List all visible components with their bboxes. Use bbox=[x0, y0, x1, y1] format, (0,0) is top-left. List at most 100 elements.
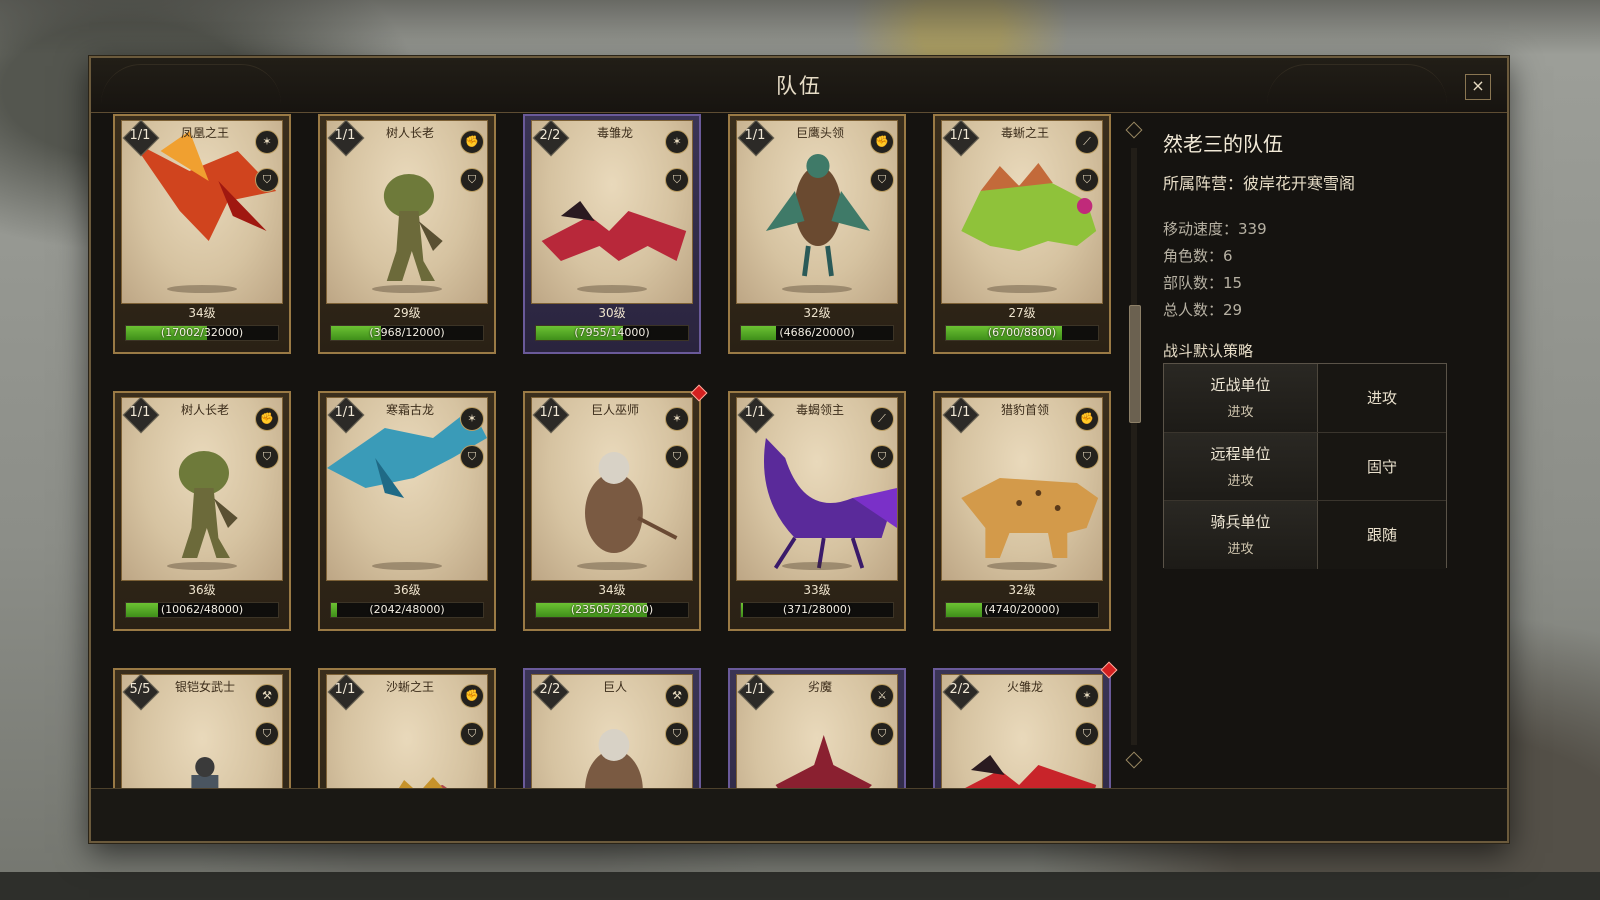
unit-name: 沙蜥之王 bbox=[385, 680, 434, 694]
unit-count: 1/1 bbox=[539, 405, 561, 420]
unit-card[interactable]: 1/1 巨人巫师 ✶ ⛉ 34级 (23505/32000) bbox=[523, 384, 708, 631]
stat-label: 移动速度： bbox=[1163, 220, 1239, 238]
unit-count: 1/1 bbox=[334, 405, 356, 420]
fang-icon: ⟋ bbox=[870, 407, 894, 431]
exp-progress-bar: (7955/14000) bbox=[535, 325, 689, 341]
exp-progress-bar: (17002/32000) bbox=[125, 325, 279, 341]
unit-card[interactable]: 1/1 寒霜古龙 ✶ ⛉ 36级 (2042/48000) bbox=[318, 391, 496, 631]
unit-name: 猎豹首领 bbox=[1000, 403, 1049, 417]
unit-name: 寒霜古龙 bbox=[385, 403, 434, 417]
stat-value: 15 bbox=[1223, 274, 1243, 292]
shield-icon: ⛉ bbox=[665, 722, 689, 746]
exp-progress-bar: (2042/48000) bbox=[330, 602, 484, 618]
unit-name: 巨人巫师 bbox=[590, 403, 639, 417]
fist-icon: ✊ bbox=[1075, 407, 1099, 431]
strategy-unit-cavalry[interactable]: 骑兵单位 进攻 bbox=[1164, 501, 1318, 569]
ground-shadow bbox=[167, 562, 237, 570]
stat-label: 角色数： bbox=[1163, 247, 1224, 265]
window-titlebar: 队伍 × bbox=[91, 58, 1507, 113]
exp-text: (10062/48000) bbox=[160, 603, 244, 616]
unit-name: 巨人 bbox=[602, 680, 627, 694]
claw-icon: ✶ bbox=[460, 407, 484, 431]
unit-count-badge: 1/1 bbox=[532, 396, 570, 434]
shield-icon: ⛉ bbox=[665, 445, 689, 469]
shield-icon: ⛉ bbox=[1075, 722, 1099, 746]
unit-card-grid: 1/1 凤凰之王 ✶ ⛉ 34级 (17002/32000) 1/1 树人长老 … bbox=[113, 114, 1133, 791]
unit-count: 1/1 bbox=[129, 405, 151, 420]
unit-card[interactable]: 1/1 猎豹首领 ✊ ⛉ 32级 (4740/20000) bbox=[933, 391, 1111, 631]
unit-name: 凤凰之王 bbox=[180, 126, 229, 140]
ground-shadow bbox=[577, 285, 647, 293]
unit-level: 34级 bbox=[598, 583, 626, 597]
unit-card[interactable]: 2/2 巨人 ⚒ ⛉ bbox=[523, 668, 701, 791]
unit-count-badge: 1/1 bbox=[122, 396, 160, 434]
stat-total-count: 总人数：29 bbox=[1163, 299, 1267, 326]
unit-card[interactable]: 1/1 劣魔 ⚔ ⛉ bbox=[728, 668, 906, 791]
window-title: 队伍 bbox=[776, 74, 822, 98]
unit-card[interactable]: 5/5 银铠女武士 ⚒ ⛉ bbox=[113, 668, 291, 791]
ground-shadow bbox=[372, 562, 442, 570]
hud-bottom-strip bbox=[0, 872, 1600, 900]
ground-shadow bbox=[987, 285, 1057, 293]
close-button[interactable]: × bbox=[1465, 74, 1491, 100]
alert-indicator-icon bbox=[1100, 661, 1118, 679]
faction-value: 彼岸花开寒雪阁 bbox=[1243, 174, 1356, 193]
scrollbar-thumb[interactable] bbox=[1129, 305, 1141, 423]
stat-value: 339 bbox=[1238, 220, 1267, 238]
unit-card[interactable]: 2/2 毒雏龙 ✶ ⛉ 30级 (7955/14000) bbox=[523, 114, 701, 354]
unit-name: 毒蝎领主 bbox=[795, 403, 844, 417]
unit-count: 1/1 bbox=[334, 682, 356, 697]
stat-character-count: 角色数：6 bbox=[1163, 245, 1267, 272]
shield-icon: ⛉ bbox=[870, 722, 894, 746]
exp-progress-bar: (371/28000) bbox=[740, 602, 894, 618]
unit-level: 27级 bbox=[1008, 306, 1036, 320]
exp-text: (4740/20000) bbox=[984, 603, 1060, 616]
strategy-row-melee: 近战单位 进攻 进攻 bbox=[1164, 364, 1446, 432]
ground-shadow bbox=[987, 562, 1057, 570]
team-window: 队伍 × 1/1 凤凰之王 ✶ ⛉ 34级 (17002/32000) 1/1 … bbox=[89, 56, 1509, 843]
stat-label: 部队数： bbox=[1163, 274, 1224, 292]
unit-name: 毒蜥之王 bbox=[1000, 126, 1049, 140]
unit-level: 32级 bbox=[803, 306, 831, 320]
unit-level: 33级 bbox=[803, 583, 831, 597]
unit-name: 劣魔 bbox=[807, 680, 832, 694]
shield-icon: ⛉ bbox=[460, 445, 484, 469]
unit-card[interactable]: 1/1 毒蝎领主 ⟋ ⛉ 33级 (371/28000) bbox=[728, 391, 906, 631]
unit-level: 29级 bbox=[393, 306, 421, 320]
exp-progress-bar: (6700/8800) bbox=[945, 325, 1099, 341]
unit-count: 1/1 bbox=[129, 128, 151, 143]
unit-card[interactable]: 1/1 凤凰之王 ✶ ⛉ 34级 (17002/32000) bbox=[113, 114, 291, 354]
unit-count: 1/1 bbox=[744, 682, 766, 697]
unit-level: 36级 bbox=[393, 583, 421, 597]
unit-card[interactable]: 1/1 毒蜥之王 ⟋ ⛉ 27级 (6700/8800) bbox=[933, 114, 1111, 354]
unit-type-label: 骑兵单位 bbox=[1210, 513, 1271, 531]
unit-card[interactable]: 1/1 巨鹰头领 ✊ ⛉ 32级 (4686/20000) bbox=[728, 114, 906, 354]
shield-icon: ⛉ bbox=[255, 722, 279, 746]
unit-count: 2/2 bbox=[539, 128, 561, 143]
shield-icon: ⛉ bbox=[1075, 445, 1099, 469]
fist-icon: ✊ bbox=[255, 407, 279, 431]
unit-count-badge: 1/1 bbox=[122, 119, 160, 157]
fist-icon: ✊ bbox=[460, 130, 484, 154]
strategy-order-button[interactable]: 跟随 bbox=[1318, 501, 1446, 569]
exp-text: (4686/20000) bbox=[779, 326, 855, 339]
strategy-unit-melee[interactable]: 近战单位 进攻 bbox=[1164, 364, 1318, 432]
exp-progress-bar: (23505/32000) bbox=[535, 602, 689, 618]
battle-strategy-table: 近战单位 进攻 进攻 远程单位 进攻 固守 骑兵单位 进攻 跟随 bbox=[1163, 363, 1447, 569]
unit-mode-label: 进攻 bbox=[1227, 405, 1254, 420]
unit-card[interactable]: 1/1 树人长老 ✊ ⛉ 36级 (10062/48000) bbox=[113, 391, 291, 631]
sword-icon: ⚔ bbox=[870, 684, 894, 708]
strategy-order-button[interactable]: 固守 bbox=[1318, 433, 1446, 501]
unit-count-badge: 1/1 bbox=[737, 119, 775, 157]
window-footer bbox=[91, 788, 1507, 841]
unit-count-badge: 1/1 bbox=[737, 396, 775, 434]
unit-card[interactable]: 1/1 沙蜥之王 ✊ ⛉ bbox=[318, 668, 496, 791]
unit-card[interactable]: 2/2 火雏龙 ✶ ⛉ bbox=[933, 661, 1118, 791]
team-info-panel: 然老三的队伍 所属阵营：彼岸花开寒雪阁 移动速度：339 角色数：6 部队数：1… bbox=[1163, 114, 1503, 791]
scrollbar-track[interactable] bbox=[1131, 148, 1137, 745]
exp-progress-bar: (3968/12000) bbox=[330, 325, 484, 341]
unit-card[interactable]: 1/1 树人长老 ✊ ⛉ 29级 (3968/12000) bbox=[318, 114, 496, 354]
strategy-unit-ranged[interactable]: 远程单位 进攻 bbox=[1164, 433, 1318, 501]
unit-count-badge: 1/1 bbox=[327, 119, 365, 157]
strategy-order-button[interactable]: 进攻 bbox=[1318, 364, 1446, 432]
